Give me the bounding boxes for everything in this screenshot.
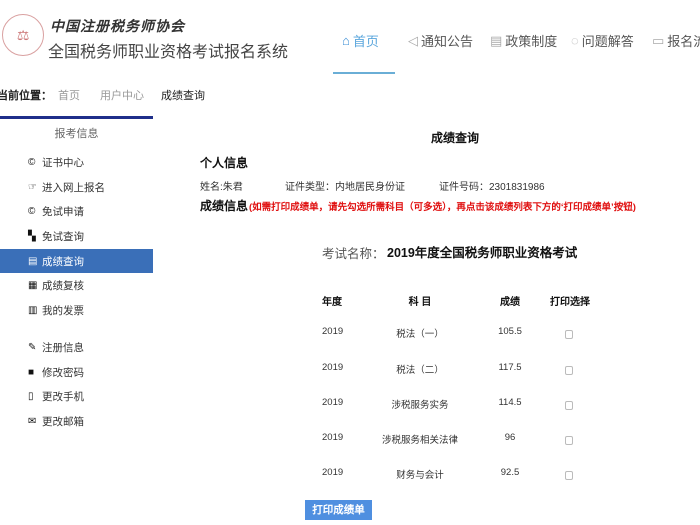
row-score: 114.5 <box>498 397 522 408</box>
sidebar-item[interactable]: ▯ 更改手机 <box>0 384 153 408</box>
sidebar-item[interactable]: ☞ 进入网上报名 <box>0 175 153 199</box>
hand-pointer-icon: ☞ <box>28 181 37 193</box>
nav-policy[interactable]: ▤ 政策制度 <box>490 31 557 50</box>
certificate-icon: © <box>28 156 36 168</box>
row-year: 2019 <box>322 432 344 443</box>
list-icon: ▤ <box>28 255 38 267</box>
page-title: 成绩查询 <box>431 131 480 145</box>
personal-info-heading: 个人信息 <box>200 156 249 170</box>
id-number-field: 证件号码：2301831986 <box>439 182 545 193</box>
home-icon: ⌂ <box>342 33 350 48</box>
row-subject: 涉税服务实务 <box>391 400 449 411</box>
exam-name: 2019年度全国税务师职业资格考试 <box>387 246 578 260</box>
mobile-icon: ▯ <box>28 390 34 402</box>
row-year: 2019 <box>322 362 344 373</box>
copyright-icon: © <box>28 205 36 217</box>
row-year: 2019 <box>322 326 344 337</box>
sidebar-item[interactable]: ▚ 免试查询 <box>0 224 153 248</box>
column-header-subject: 科 目 <box>408 297 432 308</box>
sidebar-item-label: 进入网上报名 <box>42 181 105 194</box>
sidebar-item-label: 更改手机 <box>42 390 84 403</box>
row-subject: 税法（二） <box>396 365 444 376</box>
logo-seal-icon: ⚖ <box>2 14 44 56</box>
nav-label: 报名流 <box>667 34 700 49</box>
sidebar-item-label: 证书中心 <box>42 156 84 169</box>
barcode-icon: ▥ <box>28 304 38 316</box>
sidebar-item-label: 修改密码 <box>42 366 84 379</box>
sidebar-item[interactable]: ✎ 注册信息 <box>0 335 153 359</box>
name-field: 姓名:朱君 <box>200 182 243 193</box>
nav-active-underline <box>333 72 395 74</box>
score-info-heading: 成绩信息 <box>200 199 249 213</box>
sidebar-item[interactable]: ▥ 我的发票 <box>0 298 153 322</box>
id-type-field: 证件类型：内地居民身份证 <box>285 182 405 193</box>
nav-label: 首页 <box>352 34 379 49</box>
nav-notices[interactable]: ◁ 通知公告 <box>408 31 473 50</box>
envelope-icon: ✉ <box>28 415 37 427</box>
sidebar-item-label: 更改邮箱 <box>42 415 84 428</box>
nav-home[interactable]: ⌂ 首页 <box>342 31 379 50</box>
print-select-checkbox[interactable] <box>565 401 573 413</box>
row-year: 2019 <box>322 397 344 408</box>
document-icon: ▤ <box>490 32 503 48</box>
sidebar-item-label: 注册信息 <box>42 341 84 354</box>
row-subject: 财务与会计 <box>396 470 444 481</box>
exam-label: 考试名称： <box>322 247 385 261</box>
wrench-icon: ✎ <box>28 341 37 353</box>
sidebar-item-label: 成绩查询 <box>42 255 84 268</box>
row-year: 2019 <box>322 467 344 478</box>
nav-label: 通知公告 <box>421 34 474 49</box>
score-note: (如需打印成绩单，请先勾选所需科目（可多选），再点击该成绩列表下方的‘打印成绩单… <box>249 202 636 213</box>
print-select-checkbox[interactable] <box>565 471 573 483</box>
question-icon: ◌ <box>571 33 579 48</box>
sidebar-item[interactable]: ✉ 更改邮箱 <box>0 409 153 433</box>
nav-register[interactable]: ▭ 报名流 <box>652 31 700 50</box>
breadcrumb-current: 成绩查询 <box>161 90 205 102</box>
files-icon: ▚ <box>28 230 36 242</box>
sidebar-item[interactable]: © 免试申请 <box>0 199 153 223</box>
sidebar-item[interactable]: ■ 修改密码 <box>0 360 153 384</box>
sidebar-item-label: 免试查询 <box>42 230 84 243</box>
nav-label: 问题解答 <box>581 34 634 49</box>
print-transcript-button[interactable]: 打印成绩单 <box>305 500 372 520</box>
site-title: 全国税务师职业资格考试报名系统 <box>48 44 289 61</box>
breadcrumb-home[interactable]: 首页 <box>58 87 80 103</box>
column-header-print: 打印选择 <box>550 297 590 308</box>
list-alt-icon: ▦ <box>28 279 38 291</box>
sidebar-item-label: 成绩复核 <box>42 279 84 292</box>
print-select-checkbox[interactable] <box>565 436 573 448</box>
megaphone-icon: ◁ <box>408 32 418 48</box>
row-score: 105.5 <box>498 326 522 337</box>
lock-icon: ■ <box>28 366 35 378</box>
logo-text: 中国注册税务师协会 <box>50 18 185 34</box>
sidebar-item[interactable]: ▦ 成绩复核 <box>0 273 153 297</box>
row-score: 117.5 <box>498 362 522 373</box>
nav-label: 政策制度 <box>505 34 558 49</box>
sidebar-item[interactable]: ▤ 成绩查询 <box>0 249 153 273</box>
sidebar-top-border <box>0 116 153 119</box>
sidebar-item[interactable]: © 证书中心 <box>0 150 153 174</box>
register-icon: ▭ <box>652 32 665 48</box>
nav-faq[interactable]: ◌ 问题解答 <box>571 31 634 50</box>
print-select-checkbox[interactable] <box>565 330 573 342</box>
row-score: 92.5 <box>500 467 520 478</box>
row-score: 96 <box>504 432 516 443</box>
row-subject: 税法（一） <box>396 329 444 340</box>
column-header-score: 成绩 <box>500 297 520 308</box>
breadcrumb-label: 当前位置： <box>0 90 52 102</box>
column-header-year: 年度 <box>322 297 342 308</box>
print-select-checkbox[interactable] <box>565 366 573 378</box>
row-subject: 涉税服务相关法律 <box>381 435 458 446</box>
sidebar-heading: 报考信息 <box>54 128 99 140</box>
sidebar-item-label: 免试申请 <box>42 205 84 218</box>
sidebar-item-label: 我的发票 <box>42 304 84 317</box>
breadcrumb-user-center[interactable]: 用户中心 <box>100 87 144 103</box>
